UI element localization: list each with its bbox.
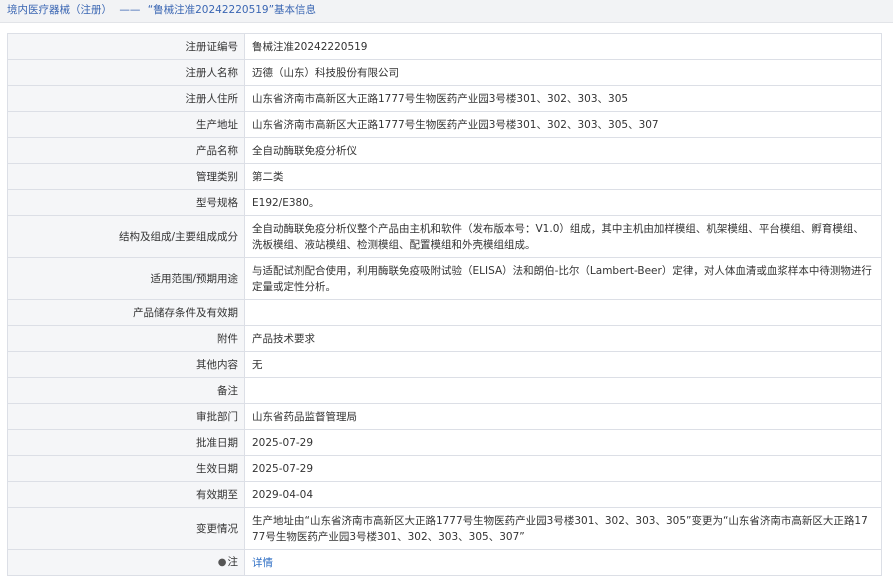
row-value: 山东省济南市高新区大正路1777号生物医药产业园3号楼301、302、303、3… <box>244 85 882 112</box>
table-row: 生效日期 2025-07-29 <box>7 455 882 482</box>
row-label: 产品名称 <box>7 137 245 164</box>
table-row: 结构及组成/主要组成成分 全自动酶联免疫分析仪整个产品由主机和软件（发布版本号：… <box>7 215 882 258</box>
row-value: 2025-07-29 <box>244 429 882 456</box>
table-row: 变更情况 生产地址由“山东省济南市高新区大正路1777号生物医药产业园3号楼30… <box>7 507 882 550</box>
row-label: 生效日期 <box>7 455 245 482</box>
row-value: 山东省药品监督管理局 <box>244 403 882 430</box>
row-label: 型号规格 <box>7 189 245 216</box>
row-value: 全自动酶联免疫分析仪整个产品由主机和软件（发布版本号：V1.0）组成，其中主机由… <box>244 215 882 258</box>
row-label: 批准日期 <box>7 429 245 456</box>
table-row: 其他内容 无 <box>7 351 882 378</box>
row-value: 第二类 <box>244 163 882 190</box>
row-label: 其他内容 <box>7 351 245 378</box>
row-value: 与适配试剂配合使用，利用酶联免疫吸附试验（ELISA）法和朗伯-比尔（Lambe… <box>244 257 882 300</box>
row-label: 备注 <box>7 377 245 404</box>
row-value: 2029-04-04 <box>244 481 882 508</box>
table-row: 附件 产品技术要求 <box>7 325 882 352</box>
table-row: 有效期至 2029-04-04 <box>7 481 882 508</box>
row-value: 生产地址由“山东省济南市高新区大正路1777号生物医药产业园3号楼301、302… <box>244 507 882 550</box>
header-separator: —— <box>119 4 141 16</box>
row-label: 适用范围/预期用途 <box>7 257 245 300</box>
table-row: 适用范围/预期用途 与适配试剂配合使用，利用酶联免疫吸附试验（ELISA）法和朗… <box>7 257 882 300</box>
row-label: 附件 <box>7 325 245 352</box>
row-value: 2025-07-29 <box>244 455 882 482</box>
row-value <box>244 377 882 404</box>
row-value <box>244 299 882 326</box>
row-label: 生产地址 <box>7 111 245 138</box>
row-label: 变更情况 <box>7 507 245 550</box>
table-row: 产品名称 全自动酶联免疫分析仪 <box>7 137 882 164</box>
row-value: 鲁械注准20242220519 <box>244 33 882 60</box>
row-label: 审批部门 <box>7 403 245 430</box>
row-label: 注册人名称 <box>7 59 245 86</box>
table-row: ●注 详情 <box>7 549 882 576</box>
map-pin-icon: ● <box>217 557 227 568</box>
table-row: 审批部门 山东省药品监督管理局 <box>7 403 882 430</box>
row-label: 注册证编号 <box>7 33 245 60</box>
table-row: 型号规格 E192/E380。 <box>7 189 882 216</box>
table-row: 注册人住所 山东省济南市高新区大正路1777号生物医药产业园3号楼301、302… <box>7 85 882 112</box>
header-category: 境内医疗器械（注册） <box>7 4 112 16</box>
row-label: 有效期至 <box>7 481 245 508</box>
table-row: 产品储存条件及有效期 <box>7 299 882 326</box>
row-label: 结构及组成/主要组成成分 <box>7 215 245 258</box>
table-row: 管理类别 第二类 <box>7 163 882 190</box>
note-value: 详情 <box>244 549 882 576</box>
row-value: E192/E380。 <box>244 189 882 216</box>
table-row: 注册证编号 鲁械注准20242220519 <box>7 33 882 60</box>
header-title: “鲁械注准20242220519”基本信息 <box>147 4 317 16</box>
row-label: 管理类别 <box>7 163 245 190</box>
row-label: 注册人住所 <box>7 85 245 112</box>
details-link[interactable]: 详情 <box>252 557 273 569</box>
table-row: 备注 <box>7 377 882 404</box>
table-row: 生产地址 山东省济南市高新区大正路1777号生物医药产业园3号楼301、302、… <box>7 111 882 138</box>
note-label-text: 注 <box>227 556 239 568</box>
row-value: 全自动酶联免疫分析仪 <box>244 137 882 164</box>
row-value: 无 <box>244 351 882 378</box>
table-row: 批准日期 2025-07-29 <box>7 429 882 456</box>
row-value: 迈德（山东）科技股份有限公司 <box>244 59 882 86</box>
row-value: 山东省济南市高新区大正路1777号生物医药产业园3号楼301、302、303、3… <box>244 111 882 138</box>
row-label: 产品储存条件及有效期 <box>7 299 245 326</box>
row-value: 产品技术要求 <box>244 325 882 352</box>
page-header: 境内医疗器械（注册） —— “鲁械注准20242220519”基本信息 <box>0 0 893 23</box>
table-row: 注册人名称 迈德（山东）科技股份有限公司 <box>7 59 882 86</box>
info-table: 注册证编号 鲁械注准20242220519 注册人名称 迈德（山东）科技股份有限… <box>7 33 882 576</box>
note-label: ●注 <box>7 549 245 576</box>
